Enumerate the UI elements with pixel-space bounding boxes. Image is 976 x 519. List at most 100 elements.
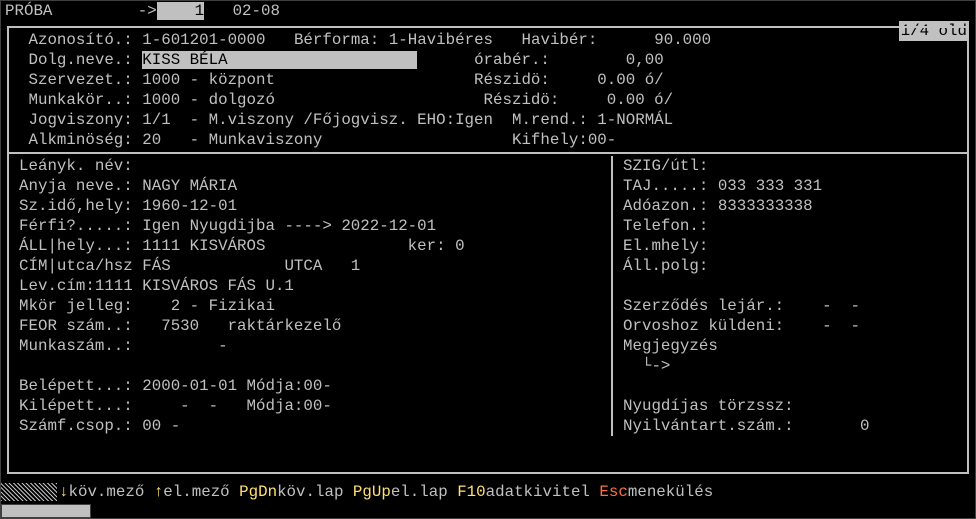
label-szerz: Szerződés lejár.: xyxy=(623,297,784,315)
row-megj-arrow[interactable]: └-> xyxy=(613,356,967,376)
label-in: Belépett...: xyxy=(19,377,133,395)
key-esc[interactable]: Esc xyxy=(599,482,627,502)
value-szerz[interactable]: - - xyxy=(794,297,860,315)
label-street: CÍM|utca/hsz xyxy=(19,257,133,275)
value-payform[interactable]: 1-Havibéres xyxy=(389,31,493,49)
label-mother: Anyja neve.: xyxy=(19,177,133,195)
row-blank1 xyxy=(9,356,611,376)
key-down-icon[interactable]: ↓ xyxy=(59,482,68,502)
divider-1 xyxy=(9,152,967,154)
header-block: Azonosító.: 1-601201-0000 Bérforma: 1-Ha… xyxy=(9,30,967,150)
label-male: Férfi?.....: xyxy=(19,217,133,235)
key-pgup[interactable]: PgUp xyxy=(353,482,391,502)
value-part2[interactable]: 0.00 ó/ xyxy=(607,91,673,109)
label-monthly: Havibér: xyxy=(522,31,598,49)
label-part2: Részidö: xyxy=(484,91,560,109)
key-pgdn[interactable]: PgDn xyxy=(239,482,277,502)
value-taj[interactable]: 033 333 331 xyxy=(718,177,822,195)
arrow-icon: -> xyxy=(138,2,157,20)
bottom-strip xyxy=(1,504,91,518)
value-monthly[interactable]: 90.000 xyxy=(654,31,711,49)
hint-prev-field: el.mező xyxy=(163,482,239,502)
label-hourly: órabér.: xyxy=(474,51,550,69)
value-org[interactable]: 1000 - központ xyxy=(142,71,275,89)
row-job: Munkakör..: 1000 - dolgozó Részidö: 0.00… xyxy=(9,90,967,110)
row-name: Dolg.neve.: KISS BÉLA órabér.: 0,00 xyxy=(9,50,967,70)
hint-prev-page: el.lap xyxy=(391,482,457,502)
terminal-window: PRÓBA -> 1 02-08 1/4 old Azonosító.: 1-6… xyxy=(0,0,976,519)
value-hourly[interactable]: 0,00 xyxy=(626,51,664,69)
left-column: Leányk. név: Anyja neve.: NAGY MÁRIA Sz.… xyxy=(9,156,611,436)
value-male[interactable]: Igen Nyugdijba ----> 2022-12-01 xyxy=(142,217,436,235)
row-male: Férfi?.....: Igen Nyugdijba ----> 2022-1… xyxy=(9,216,611,236)
row-orvos: Orvoshoz küldeni: - - xyxy=(613,316,967,336)
key-up-icon[interactable]: ↑ xyxy=(154,482,163,502)
row-id: Azonosító.: 1-601201-0000 Bérforma: 1-Ha… xyxy=(9,30,967,50)
row-org: Szervezet.: 1000 - központ Részidö: 0.00… xyxy=(9,70,967,90)
row-szamf: Számf.csop.: 00 - xyxy=(9,416,611,436)
value-munkaszam[interactable]: - xyxy=(142,337,227,355)
hint-escape: menekülés xyxy=(628,482,713,502)
row-munkaszam: Munkaszám..: - xyxy=(9,336,611,356)
label-taj: TAJ.....: xyxy=(623,177,708,195)
value-in[interactable]: 2000-01-01 Módja:00- xyxy=(142,377,332,395)
value-kifhely[interactable]: 00- xyxy=(588,131,616,149)
label-mrend: M.rend.: xyxy=(512,111,588,129)
row-megj: Megjegyzés xyxy=(613,336,967,356)
hint-next-field: köv.mező xyxy=(68,482,153,502)
value-alk[interactable]: 20 - Munkaviszony xyxy=(142,131,322,149)
value-feor[interactable]: 7530 raktárkezelő xyxy=(142,317,341,335)
value-street[interactable]: FÁS UTCA 1 xyxy=(142,257,360,275)
row-nyugdij: Nyugdíjas törzssz: xyxy=(613,396,967,416)
value-mjelleg[interactable]: 2 - Fizikai xyxy=(142,297,275,315)
value-mrend[interactable]: 1-NORMÁL xyxy=(597,111,673,129)
label-out: Kilépett...: xyxy=(19,397,133,415)
topbar: PRÓBA -> 1 02-08 xyxy=(1,1,975,21)
label-part1: Részidö: xyxy=(474,71,550,89)
value-rel[interactable]: 1/1 - M.viszony /Főjogvisz. EHO:Igen xyxy=(142,111,493,129)
value-id[interactable]: 1-601201-0000 xyxy=(142,31,265,49)
row-feor: FEOR szám..: 7530 raktárkezelő xyxy=(9,316,611,336)
value-mailaddr[interactable]: Lev.cím:1111 KISVÁROS FÁS U.1 xyxy=(19,277,294,295)
row-elmhely: El.mhely: xyxy=(613,236,967,256)
value-mother[interactable]: NAGY MÁRIA xyxy=(142,177,237,195)
row-in: Belépett...: 2000-01-01 Módja:00- xyxy=(9,376,611,396)
row-blank2 xyxy=(613,276,967,296)
row-birth: Sz.idő,hely: 1960-12-01 xyxy=(9,196,611,216)
goto-field[interactable]: 1 xyxy=(157,2,204,20)
right-column: SZIG/útl: TAJ.....: 033 333 331 Adóazon.… xyxy=(613,156,967,436)
label-name: Dolg.neve.: xyxy=(28,51,132,69)
row-out: Kilépett...: - - Módja:00- xyxy=(9,396,611,416)
app-title: PRÓBA xyxy=(5,2,52,20)
value-part1[interactable]: 0.00 ó/ xyxy=(597,71,663,89)
value-birth[interactable]: 1960-12-01 xyxy=(142,197,237,215)
label-org: Szervezet.: xyxy=(28,71,132,89)
value-addr[interactable]: 1111 KISVÁROS ker: 0 xyxy=(142,237,464,255)
hint-next-page: köv.lap xyxy=(277,482,353,502)
row-mjelleg: Mkör jelleg: 2 - Fizikai xyxy=(9,296,611,316)
value-szamf[interactable]: 00 - xyxy=(142,417,180,435)
hint-output: adatkivitel xyxy=(486,482,600,502)
label-nyilv: Nyilvántart.szám.: xyxy=(623,417,794,435)
value-ado[interactable]: 8333333338 xyxy=(718,197,813,215)
key-f10[interactable]: F10 xyxy=(457,482,485,502)
label-feor: FEOR szám..: xyxy=(19,317,133,335)
label-mjelleg: Mkör jelleg: xyxy=(19,297,133,315)
row-street: CÍM|utca/hsz FÁS UTCA 1 xyxy=(9,256,611,276)
value-nyilv[interactable]: 0 xyxy=(794,417,870,435)
value-name[interactable]: KISS BÉLA xyxy=(142,51,417,69)
columns: Leányk. név: Anyja neve.: NAGY MÁRIA Sz.… xyxy=(9,156,967,436)
row-taj: TAJ.....: 033 333 331 xyxy=(613,176,967,196)
label-ado: Adóazon.: xyxy=(623,197,708,215)
row-addr: ÁLL|hely...: 1111 KISVÁROS ker: 0 xyxy=(9,236,611,256)
value-job[interactable]: 1000 - dolgozó xyxy=(142,91,275,109)
value-out[interactable]: - - Módja:00- xyxy=(142,397,332,415)
status-bar: ↓köv.mező ↑el.mező PgDnköv.lap PgUpel.la… xyxy=(1,481,975,503)
value-orvos[interactable]: - - xyxy=(794,317,860,335)
row-alk: Alkminöség: 20 - Munkaviszony Kifhely:00… xyxy=(9,130,967,150)
row-rel: Jogviszony: 1/1 - M.viszony /Főjogvisz. … xyxy=(9,110,967,130)
label-orvos: Orvoshoz küldeni: xyxy=(623,317,784,335)
row-szig: SZIG/útl: xyxy=(613,156,967,176)
label-rel: Jogviszony: xyxy=(28,111,132,129)
topbar-date: 02-08 xyxy=(233,2,280,20)
